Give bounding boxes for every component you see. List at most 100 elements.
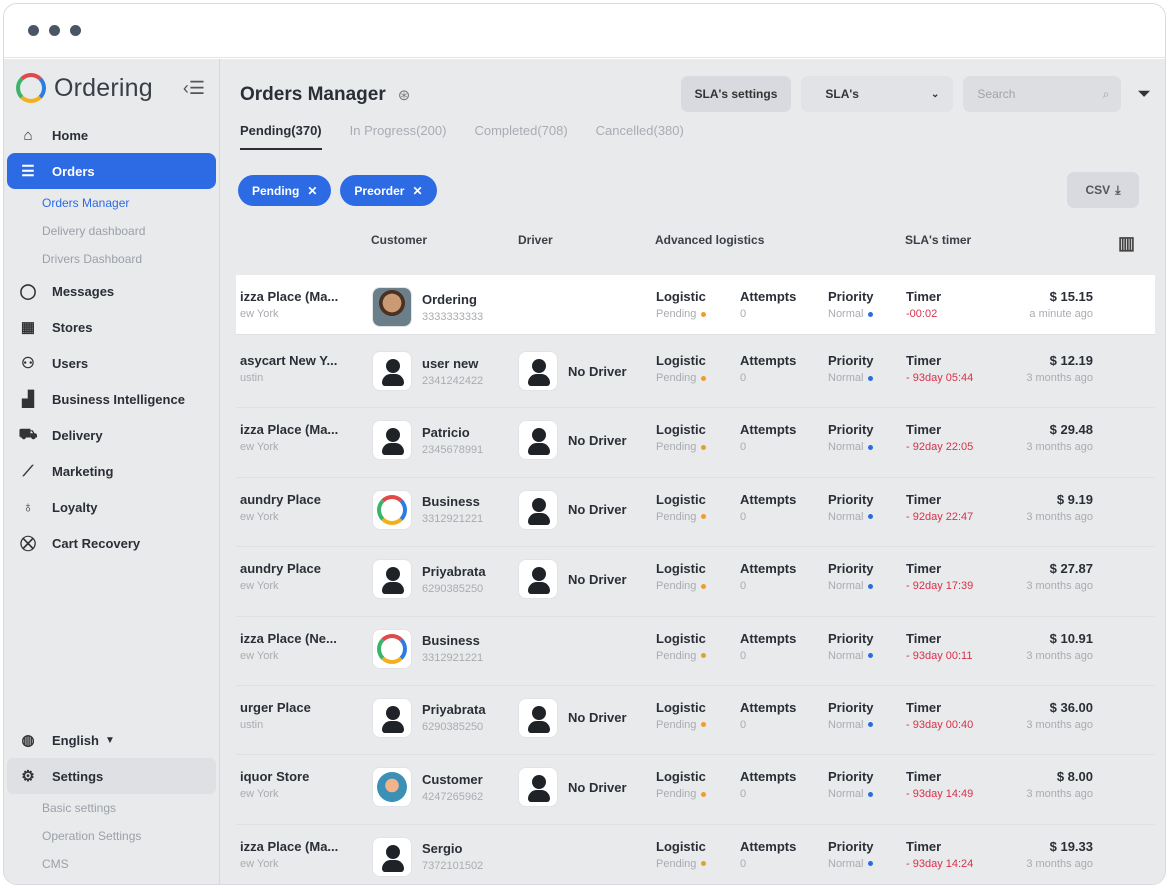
sidebar-item-messages[interactable]: ◯ Messages	[4, 273, 219, 309]
tab-cancelled[interactable]: Cancelled(380)	[596, 123, 684, 150]
logistic: Logistic Pending	[656, 492, 707, 523]
columns-toggle-icon[interactable]: ▥	[1118, 233, 1135, 254]
sidebar-item-users[interactable]: ⚇ Users	[4, 345, 219, 381]
table-row[interactable]: asycart New Y... ustin user new 2341242422 N…	[236, 339, 1155, 409]
tab-in-progress[interactable]: In Progress(200)	[350, 123, 447, 150]
app: Ordering ‹☰ ⌂ Home ☰ Orders Orders Manager De…	[4, 59, 1165, 884]
submenu-item-cms[interactable]: CMS	[4, 850, 219, 878]
timer-text: - 93day 14:49	[906, 788, 974, 801]
settings-submenu: Basic settings Operation Settings CMS	[4, 794, 219, 878]
logistic-value: Pending	[656, 788, 707, 800]
filter-icon[interactable]: ⏷	[1137, 84, 1151, 104]
table-row[interactable]: aundry Place ew York Business 3312921221 No …	[236, 478, 1155, 548]
customer-cell: Priyabrata 6290385250	[372, 697, 486, 738]
timer-text: - 93day 14:24	[906, 857, 974, 870]
chip-label: Preorder	[354, 183, 405, 198]
user-icon-head	[532, 359, 546, 373]
status-dot-icon	[701, 444, 707, 450]
tab-pending[interactable]: Pending(370)	[240, 123, 322, 150]
status-dot-icon	[868, 514, 874, 520]
user-icon-head	[386, 567, 400, 582]
sla-settings-button[interactable]: SLA's settings	[680, 76, 792, 112]
sidebar-item-marketing[interactable]: ⟋ Marketing	[4, 453, 219, 489]
tab-completed[interactable]: Completed(708)	[474, 123, 567, 150]
timer: Timer -00:02	[906, 289, 941, 320]
search-input[interactable]: Search ⌕	[963, 76, 1122, 112]
business-name: izza Place (Ma...	[240, 422, 339, 438]
window-titlebar	[4, 4, 1165, 58]
avatar	[518, 351, 558, 391]
language-selector[interactable]: ◍ English ▼	[4, 722, 219, 758]
filter-chip-pending[interactable]: Pending ✕	[238, 175, 332, 206]
close-icon[interactable]: ✕	[307, 184, 317, 198]
sla-select[interactable]: SLA's ⌄	[801, 76, 954, 112]
timer: Timer - 92day 22:05	[906, 422, 973, 453]
collapse-sidebar-icon[interactable]: ‹☰	[183, 78, 205, 99]
status-dot-icon	[701, 791, 707, 797]
filter-chip-preorder[interactable]: Preorder ✕	[340, 175, 437, 206]
customer-phone: 3312921221	[422, 513, 484, 526]
sidebar-item-orders[interactable]: ☰ Orders	[7, 153, 216, 189]
driver-cell: No Driver	[518, 559, 627, 600]
logistic-text: Pending	[656, 372, 697, 384]
business-city: ew York	[240, 649, 279, 662]
table-row[interactable]: izza Place (Ma... ew York Sergio 7372101502…	[236, 825, 1155, 884]
status-dot-icon	[701, 311, 707, 317]
attempts-text: 0	[740, 857, 747, 870]
sidebar-item-loyalty[interactable]: ♁ Loyalty	[4, 489, 219, 525]
sidebar-item-cart-recovery[interactable]: ⛒ Cart Recovery	[4, 525, 219, 561]
submenu-item-operation-settings[interactable]: Operation Settings	[4, 822, 219, 850]
attempts: Attempts 0	[740, 631, 796, 662]
list-icon: ☰	[21, 163, 35, 180]
order-total: $ 8.00	[1056, 769, 1093, 785]
priority-value: Normal	[828, 650, 874, 662]
attempts-text: 0	[740, 788, 747, 801]
main-content: Orders Manager ⊛ SLA's settings SLA's ⌄ …	[220, 59, 1165, 884]
order-total: $ 12.19	[1049, 353, 1093, 368]
status-dot-icon	[701, 722, 707, 728]
order-status-tabs: Pending(370) In Progress(200) Completed(70…	[240, 123, 684, 150]
logistic-label: Logistic	[656, 699, 706, 715]
close-icon[interactable]: ✕	[412, 184, 422, 198]
timer-text: - 92day 22:47	[906, 510, 974, 523]
logistic: Logistic Pending	[656, 353, 707, 384]
table-row[interactable]: izza Place (Ma... ew York Ordering 33333333…	[236, 275, 1155, 335]
priority-text: Normal	[828, 718, 864, 731]
timer-label: Timer	[906, 491, 942, 507]
submenu-item-delivery-dashboard[interactable]: Delivery dashboard	[4, 217, 219, 245]
customer-name: Patricio	[422, 424, 470, 440]
sla-select-value: SLA's	[825, 87, 859, 101]
price-cell: $ 19.33 3 months ago	[1026, 839, 1093, 870]
table-row[interactable]: urger Place ustin Priyabrata 6290385250 No D…	[236, 686, 1155, 756]
user-icon-body	[528, 374, 550, 386]
timer-value: - 93day 00:11	[906, 650, 972, 662]
priority-value: Normal	[828, 719, 874, 731]
priority-label: Priority	[828, 491, 874, 507]
avatar	[372, 767, 412, 808]
csv-export-button[interactable]: CSV ⤓	[1067, 172, 1139, 208]
submenu-item-basic-settings[interactable]: Basic settings	[4, 794, 219, 822]
sidebar-item-delivery[interactable]: ⛟ Delivery	[4, 417, 219, 453]
timer-text: - 93day 05:44	[906, 372, 974, 384]
table-row[interactable]: izza Place (Ne... ew York Business 33129212…	[236, 617, 1155, 686]
status-dot-icon	[868, 311, 874, 317]
table-row[interactable]: izza Place (Ma... ew York Patricio 23456789…	[236, 408, 1155, 478]
user-icon	[373, 352, 411, 390]
submenu-item-drivers-dashboard[interactable]: Drivers Dashboard	[4, 245, 219, 273]
attempts-value: 0	[740, 511, 796, 523]
sidebar-item-settings[interactable]: ⚙ Settings	[7, 758, 216, 794]
customer-name: user new	[422, 355, 479, 371]
priority-text: Normal	[828, 649, 864, 662]
table-row[interactable]: iquor Store ew York Customer 4247265962 No D…	[236, 755, 1155, 825]
cart-icon: ⛒	[20, 534, 36, 552]
tour-help-icon[interactable]: ⊛	[398, 86, 411, 104]
sidebar-item-stores[interactable]: ▦ Stores	[4, 309, 219, 345]
attempts-value: 0	[740, 580, 796, 592]
submenu-item-orders-manager[interactable]: Orders Manager	[4, 189, 219, 217]
sidebar-item-home[interactable]: ⌂ Home	[4, 117, 219, 153]
user-icon-head	[532, 775, 546, 790]
table-row[interactable]: aundry Place ew York Priyabrata 6290385250 N…	[236, 547, 1155, 617]
sidebar-item-business-intelligence[interactable]: ▟ Business Intelligence	[4, 381, 219, 417]
download-icon: ⤓	[1115, 182, 1121, 197]
attempts: Attempts 0	[740, 289, 796, 320]
